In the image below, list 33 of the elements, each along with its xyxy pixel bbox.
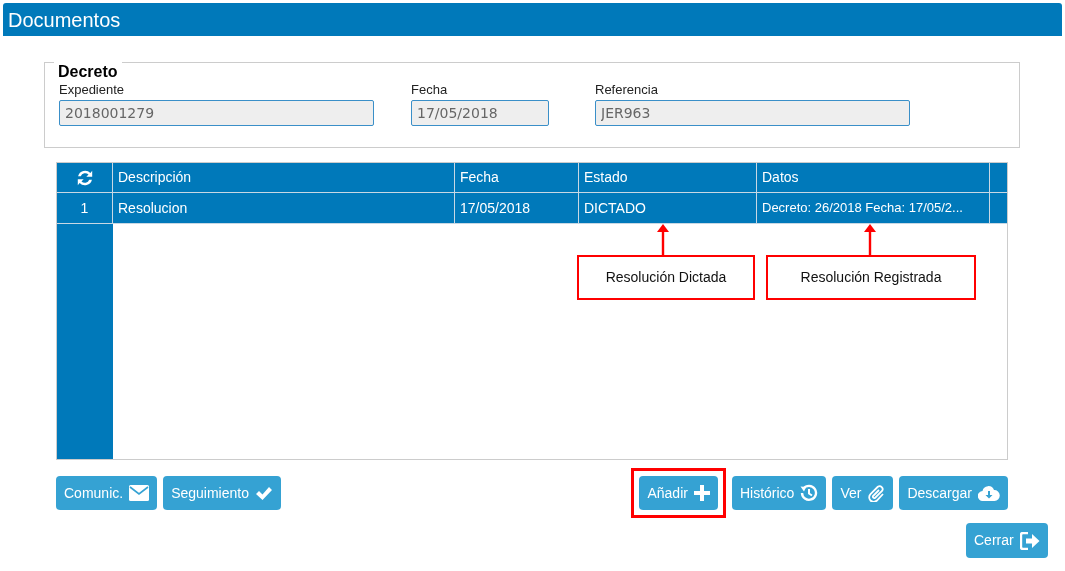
envelope-icon <box>129 485 150 501</box>
column-header[interactable]: Fecha <box>455 163 579 192</box>
input-field[interactable]: JER963 <box>595 100 910 126</box>
column-header[interactable]: Descripción <box>113 163 455 192</box>
action-button[interactable]: Añadir <box>639 476 718 510</box>
table-row[interactable]: 1 Resolucion 17/05/2018 DICTADO Decreto: 26/2018 Fecha: 17/05/2... <box>57 193 1007 224</box>
field-label: Fecha <box>411 81 448 98</box>
input-field[interactable]: 17/05/2018 <box>411 100 549 126</box>
table-cell: 17/05/2018 <box>455 193 579 223</box>
paperclip-icon <box>867 484 886 502</box>
input-field[interactable]: 2018001279 <box>59 100 374 126</box>
refresh-icon[interactable] <box>75 168 94 187</box>
plus-icon <box>693 485 710 501</box>
table-cell: Resolucion <box>113 193 455 223</box>
close-button[interactable]: Cerrar <box>966 523 1048 558</box>
sign-out-icon <box>1019 531 1040 550</box>
table-cell: DICTADO <box>579 193 757 223</box>
action-button[interactable]: Ver <box>832 476 894 510</box>
action-button[interactable]: Histórico <box>731 476 827 510</box>
field-label: Referencia <box>595 81 658 98</box>
cloud-download-icon <box>978 485 1000 501</box>
window-title: Documentos <box>8 7 121 33</box>
callout-label: Resolución Dictada <box>577 255 755 300</box>
action-button[interactable]: Seguimiento <box>163 476 281 510</box>
check-icon <box>254 485 273 501</box>
callout-label: Resolución Registrada <box>766 255 976 300</box>
action-button[interactable]: Descargar <box>899 476 1008 510</box>
field-label: Expediente <box>59 81 125 98</box>
action-button[interactable]: Comunic. <box>56 476 158 510</box>
column-header[interactable]: Datos <box>757 163 990 192</box>
history-icon <box>800 484 819 502</box>
column-header[interactable]: Estado <box>579 163 757 192</box>
table-cell: Decreto: 26/2018 Fecha: 17/05/2... <box>757 193 990 223</box>
